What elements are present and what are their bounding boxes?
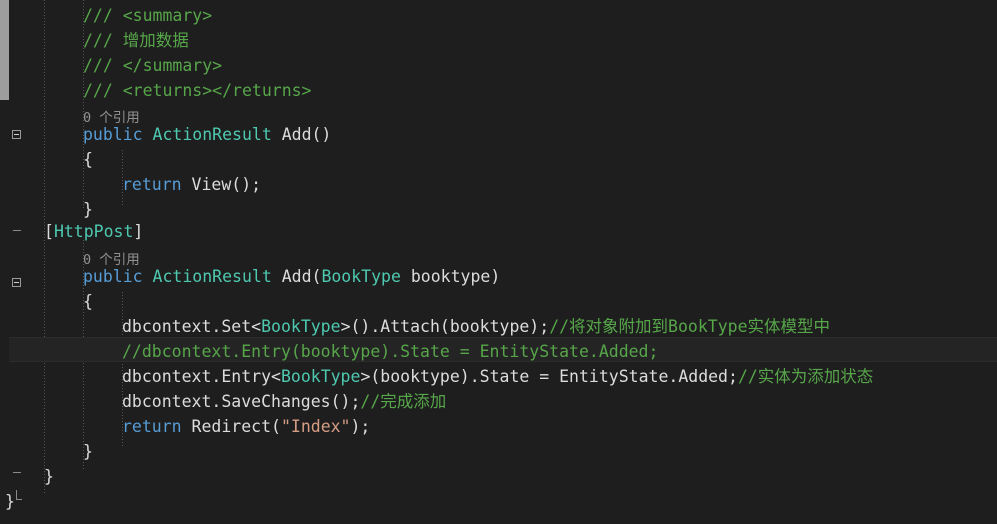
- code-token: //将对象附加到BookType实体模型中: [549, 317, 831, 336]
- code-token: ActionResult: [152, 267, 272, 286]
- code-token: return: [122, 417, 182, 436]
- code-line[interactable]: dbcontext.Set<BookType>().Attach(booktyp…: [0, 314, 997, 339]
- code-line[interactable]: {: [0, 289, 997, 314]
- code-token: //dbcontext.Entry(booktype).State = Enti…: [122, 342, 659, 361]
- code-token: );: [350, 417, 371, 436]
- code-token: }: [83, 442, 93, 461]
- code-token: public: [83, 125, 143, 144]
- code-line[interactable]: /// <returns></returns>: [0, 78, 997, 103]
- code-token: BookType: [261, 317, 341, 336]
- code-line[interactable]: return Redirect("Index");: [0, 414, 997, 439]
- code-token: booktype): [400, 267, 501, 286]
- code-token: 增加数据: [122, 31, 189, 50]
- code-token: <summary>: [122, 6, 213, 25]
- code-token: "Index": [280, 417, 351, 436]
- code-line[interactable]: public ActionResult Add(BookType booktyp…: [0, 264, 997, 289]
- code-token: }: [5, 492, 15, 511]
- code-token: ///: [83, 31, 123, 50]
- code-token: public: [83, 267, 143, 286]
- code-line[interactable]: public ActionResult Add(): [0, 122, 997, 147]
- code-token: dbcontext.Set<: [122, 317, 262, 336]
- code-token: {: [83, 150, 93, 169]
- code-line[interactable]: }: [0, 464, 997, 489]
- code-token: dbcontext.Entry<: [122, 367, 281, 386]
- code-token: return: [122, 175, 182, 194]
- code-line[interactable]: //dbcontext.Entry(booktype).State = Enti…: [0, 339, 997, 364]
- code-token: Redirect(: [181, 417, 281, 436]
- code-line[interactable]: dbcontext.Entry<BookType>(booktype).Stat…: [0, 364, 997, 389]
- code-token: dbcontext.SaveChanges();: [122, 392, 361, 411]
- code-token: ///: [83, 6, 123, 25]
- code-token: Add(): [271, 125, 332, 144]
- code-token: //完成添加: [360, 392, 447, 411]
- code-line[interactable]: [HttpPost]: [0, 219, 997, 244]
- code-token: //实体为添加状态: [737, 367, 874, 386]
- code-line[interactable]: }: [0, 489, 997, 514]
- code-line[interactable]: /// </summary>: [0, 53, 997, 78]
- code-token: </summary>: [122, 56, 223, 75]
- code-text-area[interactable]: /// <summary>/// 增加数据/// </summary>/// <…: [0, 0, 997, 524]
- code-token: Add(: [271, 267, 322, 286]
- code-token: }: [83, 200, 93, 219]
- code-line[interactable]: {: [0, 147, 997, 172]
- code-token: }: [44, 467, 54, 486]
- code-token: BookType: [280, 367, 361, 386]
- code-token: ///: [83, 81, 123, 100]
- code-token: {: [83, 292, 93, 311]
- code-line[interactable]: return View();: [0, 172, 997, 197]
- code-token: ///: [83, 56, 123, 75]
- code-editor-surface[interactable]: /// <summary>/// 增加数据/// </summary>/// <…: [0, 0, 997, 524]
- code-token: >().Attach(booktype);: [340, 317, 550, 336]
- code-line[interactable]: /// 增加数据: [0, 28, 997, 53]
- code-token: >(booktype).State = EntityState.Added;: [360, 367, 738, 386]
- code-token: ActionResult: [152, 125, 272, 144]
- code-token: View();: [181, 175, 262, 194]
- code-line[interactable]: /// <summary>: [0, 3, 997, 28]
- code-line[interactable]: dbcontext.SaveChanges();//完成添加: [0, 389, 997, 414]
- code-token: <returns></returns>: [122, 81, 312, 100]
- code-token: ]: [133, 222, 144, 241]
- code-line[interactable]: }: [0, 439, 997, 464]
- code-token: [: [44, 222, 54, 241]
- code-token: BookType: [321, 267, 401, 286]
- code-token: HttpPost: [53, 222, 134, 241]
